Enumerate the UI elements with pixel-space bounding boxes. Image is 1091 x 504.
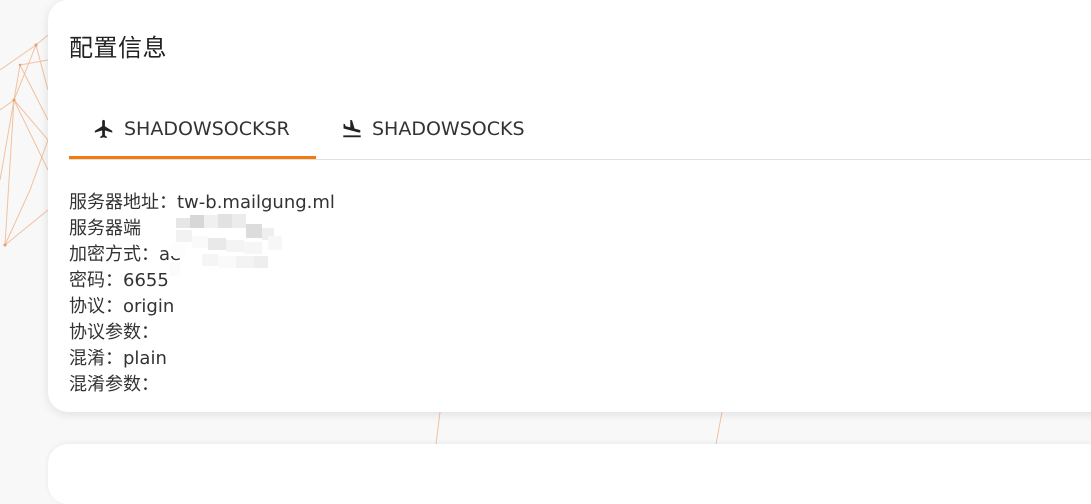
redaction-pixel — [202, 254, 218, 266]
redaction-pixel — [186, 252, 202, 264]
info-label: 混淆参数： — [69, 374, 159, 395]
info-password: 密码：6655 — [69, 268, 335, 294]
redaction-pixel — [176, 230, 192, 242]
protocol-tabs: SHADOWSOCKSR SHADOWSOCKS — [69, 100, 1091, 160]
airplane-landing-icon — [339, 118, 365, 140]
info-value: 6655 — [123, 270, 169, 291]
redaction-pixel — [244, 242, 262, 254]
redaction-pixel — [254, 256, 268, 268]
info-server-address: 服务器地址：tw-b.mailgung.ml — [69, 190, 335, 216]
info-protocol-param: 协议参数： — [69, 320, 335, 346]
airplane-takeoff-icon — [91, 118, 117, 140]
info-obfs-param: 混淆参数： — [69, 372, 335, 398]
redaction-pixel — [246, 224, 262, 238]
redaction-pixel — [236, 256, 254, 268]
info-label: 协议参数： — [69, 322, 159, 343]
info-label: 混淆： — [69, 348, 123, 369]
redaction-pixel — [170, 262, 180, 276]
info-label: 密码： — [69, 270, 123, 291]
tab-shadowsocksr-label: SHADOWSOCKSR — [124, 118, 290, 140]
active-tab-indicator — [69, 156, 316, 159]
redaction-pixel — [226, 240, 244, 252]
redaction-pixel — [208, 238, 226, 250]
info-obfs: 混淆：plain — [69, 346, 335, 372]
info-value: plain — [123, 348, 167, 369]
info-label: 服务器地址： — [69, 192, 177, 213]
info-label: 加密方式： — [69, 244, 159, 265]
tab-shadowsocksr[interactable]: SHADOWSOCKSR — [69, 100, 316, 159]
page-title: 配置信息 — [69, 34, 167, 62]
redaction-pixel — [268, 236, 282, 250]
info-label: 协议： — [69, 296, 123, 317]
redaction-pixel — [218, 214, 232, 228]
tab-shadowsocks-label: SHADOWSOCKS — [372, 118, 525, 140]
info-value: origin — [123, 296, 175, 317]
tab-shadowsocks[interactable]: SHADOWSOCKS — [337, 100, 525, 158]
redaction-pixel — [190, 215, 204, 228]
redaction-pixel — [192, 236, 208, 248]
info-protocol: 协议：origin — [69, 294, 335, 320]
redaction-pixel — [176, 218, 190, 228]
info-label: 服务器端 — [69, 218, 141, 239]
redaction-pixel — [218, 256, 236, 268]
redaction-pixel — [204, 215, 218, 228]
redaction-pixel — [170, 244, 186, 256]
config-card: 配置信息 SHADOWSOCKSR SHADOWSOCKS 服务器地址：tw-b… — [48, 0, 1091, 412]
redaction-pixel — [232, 214, 246, 228]
info-value: tw-b.mailgung.ml — [177, 192, 335, 213]
next-card — [48, 444, 1091, 504]
